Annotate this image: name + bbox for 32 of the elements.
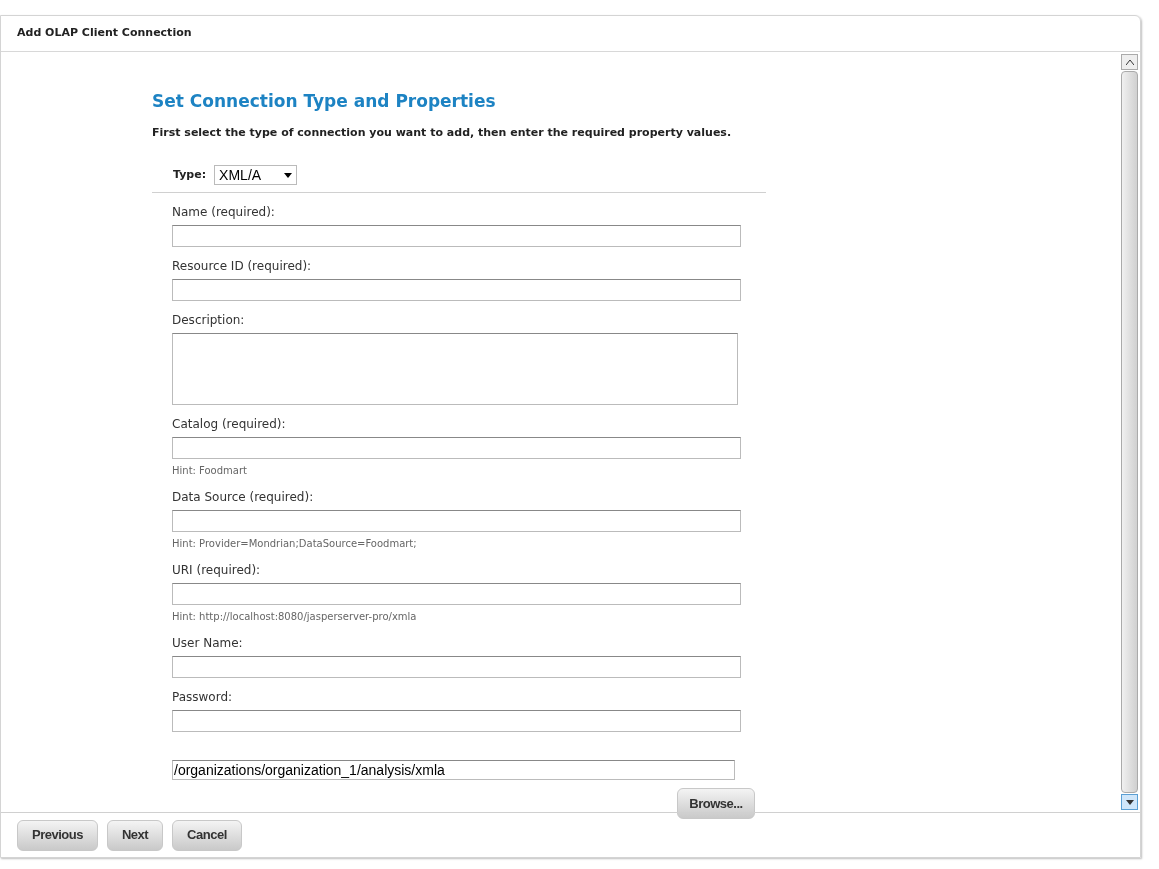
hint-text: Hint: http://localhost:8080/jasperserver-pro/xmla <box>172 610 418 624</box>
window-title: Add OLAP Client Connection <box>17 25 192 42</box>
input-field[interactable] <box>172 225 741 247</box>
scroll-down-icon[interactable] <box>1121 794 1138 810</box>
field-label: Password: <box>172 689 234 706</box>
field-label: Description: <box>172 312 246 329</box>
description-field[interactable] <box>172 333 738 405</box>
field-label: User Name: <box>172 635 244 652</box>
field-label: URI (required): <box>172 562 262 579</box>
input-field[interactable] <box>172 510 741 532</box>
type-label: Type: <box>173 166 207 183</box>
browse-button[interactable]: Browse... <box>677 788 755 819</box>
hint-text: Hint: Provider=Mondrian;DataSource=Foodmart; <box>172 537 418 551</box>
instructions-text: First select the type of connection you want to add, then enter the required property values. <box>152 124 733 141</box>
footer-button[interactable]: Previous <box>17 819 98 851</box>
section-heading: Set Connection Type and Properties <box>152 90 497 113</box>
field-label: Name (required): <box>172 204 276 221</box>
input-field[interactable] <box>172 279 741 301</box>
footer-button[interactable]: Next <box>106 819 164 851</box>
input-field[interactable] <box>172 583 741 605</box>
footer-button[interactable]: Cancel <box>172 819 242 851</box>
hint-text: Hint: Foodmart <box>172 464 248 478</box>
scroll-up-icon[interactable] <box>1121 54 1138 70</box>
input-field[interactable] <box>172 656 741 678</box>
input-field[interactable] <box>172 710 741 732</box>
path-field[interactable]: /organizations/organization_1/analysis/xmla <box>172 760 735 780</box>
field-label: Resource ID (required): <box>172 258 313 275</box>
field-label: Catalog (required): <box>172 416 287 433</box>
input-field[interactable] <box>172 437 741 459</box>
type-dropdown[interactable]: XML/A <box>214 165 298 185</box>
dropdown-caret-icon <box>284 172 293 178</box>
field-label: Data Source (required): <box>172 489 315 506</box>
